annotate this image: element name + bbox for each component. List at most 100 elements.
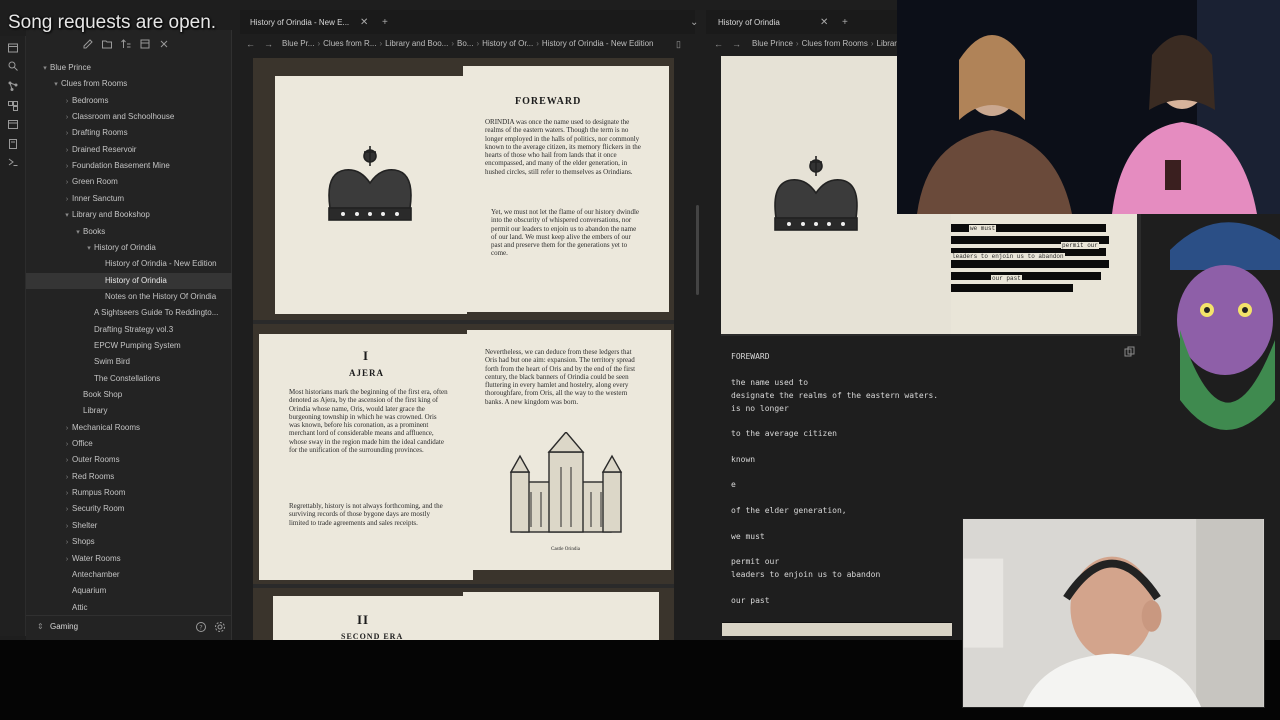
tree-folder[interactable]: › Outer Rooms xyxy=(26,452,232,468)
new-tab-icon[interactable]: + xyxy=(842,12,848,34)
search-icon[interactable] xyxy=(7,60,19,72)
new-folder-icon[interactable] xyxy=(101,38,113,50)
tree-folder[interactable]: › Drafting Rooms xyxy=(26,125,232,141)
tree-folder[interactable]: › Shops xyxy=(26,534,232,550)
sort-icon[interactable] xyxy=(120,38,132,50)
tree-file[interactable]: Swim Bird xyxy=(26,354,232,370)
canvas-icon[interactable] xyxy=(7,100,19,112)
tree-folder[interactable]: › Bedrooms xyxy=(26,93,232,109)
back-arrow-icon[interactable]: ← xyxy=(246,39,255,49)
forward-arrow-icon[interactable]: → xyxy=(732,39,741,49)
breadcrumb-item[interactable]: Clues from Rooms xyxy=(802,39,868,48)
tree-file[interactable]: Notes on the History Of Orindia xyxy=(26,289,232,305)
collapse-all-icon[interactable] xyxy=(139,38,151,50)
close-sidebar-icon[interactable] xyxy=(158,38,170,50)
breadcrumb-item[interactable]: Blue Prince xyxy=(752,39,793,48)
tab-history-new-edition[interactable]: History of Orindia - New E... xyxy=(250,12,349,34)
tree-item-label: Security Room xyxy=(72,504,125,514)
file-explorer-sidebar: ▾ Blue Prince ▾ Clues from Rooms › Bedrooms › C… xyxy=(26,30,232,640)
vault-switcher[interactable]: ⇕ Gaming ? xyxy=(26,615,232,639)
tree-folder[interactable]: › Drained Reservoir xyxy=(26,142,232,158)
tree-folder[interactable]: ▾ History of Orindia xyxy=(26,240,232,256)
tree-folder[interactable]: › Water Rooms xyxy=(26,551,232,567)
breadcrumb-item[interactable]: Library and Boo... xyxy=(385,39,448,48)
tab-bar: History of Orindia - New E... ✕ + ⌄ xyxy=(240,10,698,34)
breadcrumb-item[interactable]: Bo... xyxy=(457,39,473,48)
embedded-book-image: FOREWARD ORINDIA was once the name used … xyxy=(253,58,674,640)
help-icon[interactable]: ? xyxy=(195,621,207,633)
file-explorer-icon[interactable] xyxy=(7,42,19,54)
breadcrumb-path: Blue Pr... › Clues from R... › Library and B… xyxy=(282,39,654,48)
breadcrumb-item[interactable]: History of Or... xyxy=(482,39,533,48)
close-tab-icon[interactable]: ✕ xyxy=(360,12,368,34)
chevron-updown-icon: ⇕ xyxy=(37,622,44,631)
tree-folder[interactable]: › Rumpus Room xyxy=(26,485,232,501)
redacted-visible-word: permit our xyxy=(1061,242,1100,249)
breadcrumb-path: Blue Prince › Clues from Rooms › Library xyxy=(752,39,901,48)
reading-view-icon[interactable]: ▯ xyxy=(676,39,681,50)
tree-file[interactable]: History of Orindia - New Edition xyxy=(26,256,232,272)
tree-item-label: Attic xyxy=(72,602,88,612)
note-line: designate the realms of the eastern wate… xyxy=(731,391,939,400)
new-tab-icon[interactable]: + xyxy=(382,12,388,34)
breadcrumb-item[interactable]: Blue Pr... xyxy=(282,39,314,48)
tree-file[interactable]: Book Shop xyxy=(26,387,232,403)
templates-icon[interactable] xyxy=(7,138,19,150)
tree-file[interactable]: Attic xyxy=(26,600,232,615)
tree-file[interactable]: The Constellations xyxy=(26,371,232,387)
tree-folder[interactable]: › Red Rooms xyxy=(26,469,232,485)
crown-illustration xyxy=(761,148,871,243)
tab-history-of-orindia[interactable]: History of Orindia xyxy=(718,12,780,34)
chevron-icon: › xyxy=(65,490,69,498)
chevron-icon: ▾ xyxy=(43,65,47,72)
chevron-icon: ▾ xyxy=(87,244,91,252)
tree-folder[interactable]: › Green Room xyxy=(26,174,232,190)
chevron-icon: › xyxy=(65,473,69,481)
tree-folder[interactable]: › Office xyxy=(26,436,232,452)
tree-folder[interactable]: › Security Room xyxy=(26,501,232,517)
tree-file[interactable]: Aquarium xyxy=(26,583,232,599)
new-note-icon[interactable] xyxy=(82,38,94,50)
foreward-paragraph-2: Yet, we must not let the flame of our hi… xyxy=(491,208,640,258)
tree-file[interactable]: Antechamber xyxy=(26,567,232,583)
close-tab-icon[interactable]: ✕ xyxy=(820,12,828,34)
chevron-icon: › xyxy=(65,97,69,105)
tree-folder[interactable]: ▾ Library and Bookshop xyxy=(26,207,232,223)
tree-file[interactable]: Drafting Strategy vol.3 xyxy=(26,322,232,338)
redacted-visible-word: leaders to enjoin us to abandon xyxy=(951,253,1065,260)
settings-gear-icon[interactable] xyxy=(214,621,226,633)
chevron-icon: › xyxy=(65,424,69,432)
tree-file[interactable]: History of Orindia xyxy=(26,272,232,289)
redacted-visible-word: our past xyxy=(991,275,1022,282)
breadcrumb: ← → Blue Pr... › Clues from R... › Library a… xyxy=(244,36,694,54)
forward-arrow-icon[interactable]: → xyxy=(264,39,273,49)
tree-folder[interactable]: › Mechanical Rooms xyxy=(26,420,232,436)
tree-folder[interactable]: › Foundation Basement Mine xyxy=(26,158,232,174)
tree-folder[interactable]: › Shelter xyxy=(26,518,232,534)
chapter-right-paragraph: Nevertheless, we can deduce from these l… xyxy=(485,348,636,406)
tree-folder[interactable]: ▾ Clues from Rooms xyxy=(26,76,232,92)
webcam-player xyxy=(962,518,1265,708)
tree-file[interactable]: Library xyxy=(26,403,232,419)
graph-view-icon[interactable] xyxy=(7,80,19,92)
tree-folder[interactable]: ▾ Books xyxy=(26,224,232,240)
breadcrumb-separator: › xyxy=(795,39,799,48)
chapter-paragraph-1: Most historians mark the beginning of th… xyxy=(289,388,448,455)
note-line: e xyxy=(731,480,736,489)
back-arrow-icon[interactable]: ← xyxy=(714,39,723,49)
tree-folder[interactable]: › Inner Sanctum xyxy=(26,191,232,207)
ribbon xyxy=(0,36,26,636)
tree-item-label: Book Shop xyxy=(83,390,123,399)
copy-code-icon[interactable] xyxy=(1124,346,1135,357)
tree-folder[interactable]: ▾ Blue Prince xyxy=(26,60,232,76)
terminal-icon[interactable] xyxy=(7,156,19,168)
breadcrumb-item[interactable]: History of Orindia - New Edition xyxy=(542,39,654,48)
tree-folder[interactable]: › Classroom and Schoolhouse xyxy=(26,109,232,125)
chevron-icon: › xyxy=(65,130,69,138)
note-line: we must xyxy=(731,532,765,541)
tree-item-label: The Constellations xyxy=(94,373,161,383)
tree-file[interactable]: A Sightseers Guide To Reddingto... xyxy=(26,305,232,321)
tree-file[interactable]: EPCW Pumping System xyxy=(26,338,232,354)
calendar-icon[interactable] xyxy=(7,118,19,130)
breadcrumb-item[interactable]: Clues from R... xyxy=(323,39,376,48)
